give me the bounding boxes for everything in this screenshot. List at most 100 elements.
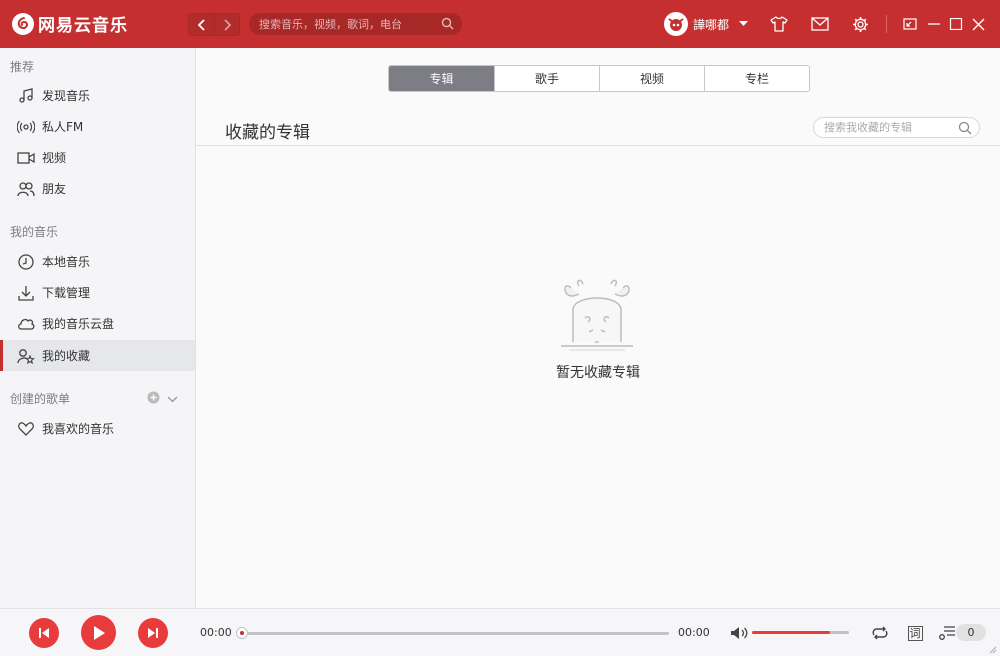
lyrics-label: 词 [907,625,923,641]
search-icon[interactable] [958,121,972,135]
back-button[interactable] [189,14,214,35]
sidebar-item-local-music[interactable]: 本地音乐 [0,246,195,277]
play-button[interactable] [81,615,116,650]
tab-videos[interactable]: 视频 [599,66,704,91]
tshirt-icon [770,16,788,32]
username[interactable]: 譁哪都 [693,16,729,33]
mini-mode-button[interactable] [900,14,920,34]
sidebar-item-label: 我的收藏 [42,349,91,363]
mini-mode-icon [903,18,917,30]
playlist-tools [147,391,178,407]
sidebar: 推荐 发现音乐 私人FM 视频 朋友 我的音乐 本地音乐 下载管理 我的音乐云盘… [0,48,196,608]
tab-albums[interactable]: 专辑 [389,66,494,91]
header-divider [196,145,1000,146]
album-search-input[interactable] [824,121,954,134]
album-search [813,117,980,138]
skin-button[interactable] [769,14,789,34]
cloud-icon [17,315,35,333]
local-music-icon [17,253,35,271]
forward-button[interactable] [214,14,239,35]
sidebar-item-label: 我喜欢的音乐 [42,422,115,436]
section-title-playlists: 创建的歌单 [10,392,71,406]
sidebar-item-label: 我的音乐云盘 [42,317,115,331]
section-title-recommend: 推荐 [10,60,35,74]
section-title-my-music: 我的音乐 [10,225,59,239]
volume-slider[interactable] [752,631,849,634]
sidebar-item-label: 视频 [42,151,67,165]
history-nav [188,13,240,36]
total-time: 00:00 [678,626,710,639]
maximize-button[interactable] [946,14,966,34]
player-bar: 00:00 00:00 词 0 [0,608,1000,656]
main-content: 专辑 歌手 视频 专栏 收藏的专辑 暂无收藏专辑 [196,48,1000,608]
progress-handle[interactable] [236,627,248,639]
avatar[interactable] [664,12,688,36]
sidebar-item-label: 私人FM [42,120,84,134]
sidebar-item-friends[interactable]: 朋友 [0,173,195,204]
minimize-button[interactable] [924,14,944,34]
titlebar-divider [886,15,887,33]
sidebar-item-cloud[interactable]: 我的音乐云盘 [0,308,195,339]
sidebar-item-liked-music[interactable]: 我喜欢的音乐 [0,413,195,444]
download-icon [17,284,35,302]
collection-tabs: 专辑 歌手 视频 专栏 [388,65,810,92]
minimize-icon [928,23,940,25]
sidebar-item-downloads[interactable]: 下载管理 [0,277,195,308]
chevron-left-icon [197,18,205,31]
messages-button[interactable] [810,14,830,34]
volume-level [752,631,830,634]
playlist-icon [939,626,955,640]
caret-down-icon[interactable] [739,21,749,27]
playlist-count[interactable]: 0 [956,624,986,641]
play-mode-button[interactable] [870,623,890,643]
current-time: 00:00 [200,626,232,639]
video-icon [17,149,35,167]
active-indicator [0,340,3,371]
chevron-right-icon [224,18,231,31]
playlist-button[interactable] [937,623,957,643]
moose-mascot-icon [561,279,633,351]
repeat-icon [872,626,888,640]
sidebar-item-collection[interactable]: 我的收藏 [0,340,195,371]
add-playlist-button[interactable] [147,391,160,407]
app-logo[interactable]: 网易云音乐 [12,11,128,36]
collapse-playlists-button[interactable] [167,392,178,406]
mail-icon [811,17,829,31]
sidebar-item-label: 朋友 [42,182,67,196]
resize-grip-icon[interactable] [988,645,997,654]
volume-button[interactable] [729,623,749,643]
settings-button[interactable] [850,14,870,34]
sidebar-item-label: 发现音乐 [42,89,91,103]
previous-button[interactable] [29,618,59,648]
sidebar-item-fm[interactable]: 私人FM [0,111,195,142]
lyrics-button[interactable]: 词 [905,623,925,643]
global-search-input[interactable] [259,17,434,31]
tab-columns[interactable]: 专栏 [704,66,809,91]
skip-next-icon [148,628,158,638]
empty-state-text: 暂无收藏专辑 [556,365,640,381]
app-name: 网易云音乐 [38,16,128,36]
heart-icon [17,420,35,438]
play-icon [93,625,105,640]
close-button[interactable] [968,14,988,34]
sidebar-item-label: 本地音乐 [42,255,91,269]
sidebar-item-discover[interactable]: 发现音乐 [0,80,195,111]
friends-icon [17,180,35,198]
tab-artists[interactable]: 歌手 [494,66,599,91]
chevron-down-icon [167,396,178,403]
netease-logo-icon [12,12,34,35]
close-icon [972,18,984,30]
sidebar-item-video[interactable]: 视频 [0,142,195,173]
next-button[interactable] [138,618,168,648]
page-title: 收藏的专辑 [225,123,310,143]
empty-state-illustration [559,276,635,359]
volume-icon [731,627,748,639]
progress-bar[interactable] [236,627,669,639]
search-icon[interactable] [441,17,454,30]
plus-circle-icon [147,391,160,404]
title-bar: 网易云音乐 譁哪都 [0,0,1000,48]
user-menu[interactable]: 譁哪都 [664,12,749,36]
maximize-icon [949,18,963,30]
global-search [249,13,462,35]
radio-icon [17,118,35,136]
